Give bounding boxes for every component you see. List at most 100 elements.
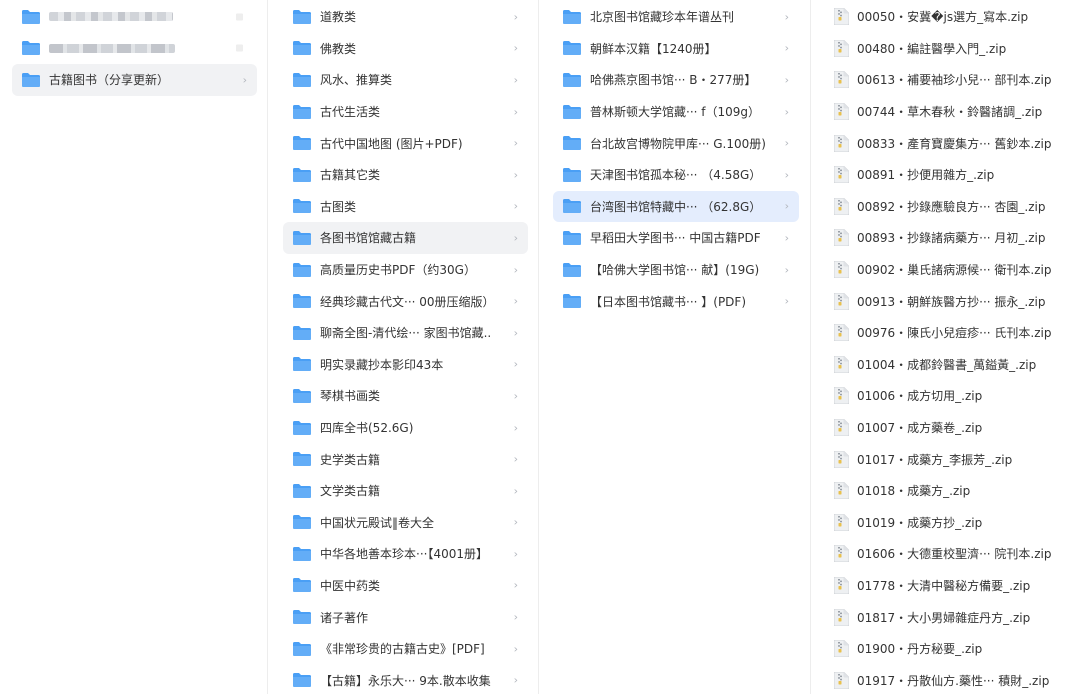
folder-item-category-22[interactable]: 【古籍】永乐大··· 9本.散本收集 › — [283, 664, 528, 694]
file-item-15[interactable]: 01017・成藥方_李振芳_.zip — [830, 443, 1072, 475]
folder-icon — [563, 136, 581, 151]
folder-item-category-20[interactable]: 诸子著作 › — [283, 601, 528, 633]
folder-item-library-8[interactable]: 早稻田大学图书··· 中国古籍PDF › — [553, 222, 799, 254]
zip-file-icon — [834, 292, 849, 310]
folder-item-blurred-2[interactable] — [12, 33, 257, 65]
folder-item-category-10[interactable]: 经典珍藏古代文··· 00册压缩版） › — [283, 285, 528, 317]
folder-label: 台湾图书馆特藏中··· （62.8G） — [590, 199, 762, 214]
folder-icon — [563, 294, 581, 309]
folder-item-category-16[interactable]: 文学类古籍 › — [283, 475, 528, 507]
folder-item-category-18[interactable]: 中华各地善本珍本···【4001册】 › — [283, 538, 528, 570]
folder-item-category-3[interactable]: 风水、推算类 › — [283, 64, 528, 96]
chevron-right-icon: › — [513, 231, 518, 245]
folder-icon — [563, 199, 581, 214]
chevron-right-icon: › — [784, 73, 789, 87]
chevron-right-icon: › — [513, 389, 518, 403]
file-label: 01004・成都鈴醫書_萬鎰黃_.zip — [857, 357, 1037, 372]
file-item-3[interactable]: 00613・補要袖珍小兒··· 部刊本.zip — [830, 64, 1072, 96]
folder-icon — [563, 104, 581, 119]
folder-item-blurred-1[interactable] — [12, 1, 257, 33]
file-item-11[interactable]: 00976・陳氏小兒痘疹··· 氏刊本.zip — [830, 317, 1072, 349]
file-label: 00050・安冀�js選方_寫本.zip — [857, 10, 1029, 25]
folder-item-library-1[interactable]: 北京图书馆藏珍本年谱丛刊 › — [553, 1, 799, 33]
folder-label: 经典珍藏古代文··· 00册压缩版） — [320, 294, 495, 309]
folder-item-library-2[interactable]: 朝鲜本汉籍【1240册】 › — [553, 33, 799, 65]
folder-item-category-21[interactable]: 《非常珍贵的古籍古史》[PDF] › — [283, 633, 528, 665]
folder-label: 【古籍】永乐大··· 9本.散本收集 — [320, 673, 491, 688]
file-item-2[interactable]: 00480・編註醫學入門_.zip — [830, 33, 1072, 65]
folder-item-category-8[interactable]: 各图书馆馆藏古籍 › — [283, 222, 528, 254]
folder-item-library-9[interactable]: 【哈佛大学图书馆··· 献】(19G) › — [553, 254, 799, 286]
folder-item-library-4[interactable]: 普林斯顿大学馆藏··· f（109g） › — [553, 96, 799, 128]
folder-icon — [293, 483, 311, 498]
chevron-right-icon: › — [513, 326, 518, 340]
chevron-right-icon: › — [513, 642, 518, 656]
file-item-9[interactable]: 00902・巢氏諸病源候··· 衛刊本.zip — [830, 254, 1072, 286]
file-item-5[interactable]: 00833・產育寶慶集方··· 舊鈔本.zip — [830, 127, 1072, 159]
folder-item-category-7[interactable]: 古图类 › — [283, 191, 528, 223]
folder-icon — [293, 578, 311, 593]
file-item-22[interactable]: 01917・丹散仙方.藥性··· 積財_.zip — [830, 664, 1072, 694]
file-label: 00744・草木春秋・鈴醫諸調_.zip — [857, 105, 1043, 120]
file-item-1[interactable]: 00050・安冀�js選方_寫本.zip — [830, 1, 1072, 33]
folder-item-category-5[interactable]: 古代中国地图 (图片+PDF) › — [283, 127, 528, 159]
folder-label: 诸子著作 — [320, 610, 369, 625]
zip-file-icon — [834, 576, 849, 594]
file-item-19[interactable]: 01778・大清中醫秘方備要_.zip — [830, 570, 1072, 602]
file-label: 01606・大德重校聖濟··· 院刊本.zip — [857, 547, 1052, 562]
folder-item-category-13[interactable]: 琴棋书画类 › — [283, 380, 528, 412]
folder-item-category-4[interactable]: 古代生活类 › — [283, 96, 528, 128]
chevron-right-icon: › — [784, 10, 789, 24]
zip-file-icon — [834, 419, 849, 437]
chevron-right-icon: › — [513, 452, 518, 466]
file-item-10[interactable]: 00913・朝鮮族醫方抄··· 振永_.zip — [830, 285, 1072, 317]
chevron-right-icon: › — [513, 73, 518, 87]
file-label: 00893・抄錄諸病藥方··· 月初_.zip — [857, 231, 1046, 246]
folder-item-library-10[interactable]: 【日本图书馆藏书··· 】(PDF) › — [553, 285, 799, 317]
column-taiwan-library-files: 00050・安冀�js選方_寫本.zip 00480・編註醫學入門_.zip 0… — [812, 0, 1080, 694]
folder-icon — [293, 641, 311, 656]
file-item-20[interactable]: 01817・大小男婦雜症丹方_.zip — [830, 601, 1072, 633]
folder-item-library-5[interactable]: 台北故宫博物院甲库··· G.100册) › — [553, 127, 799, 159]
chevron-right-icon: › — [242, 73, 247, 87]
folder-item-category-2[interactable]: 佛教类 › — [283, 33, 528, 65]
folder-item-category-11[interactable]: 聊斋全图-清代绘··· 家图书馆藏.. › — [283, 317, 528, 349]
file-item-17[interactable]: 01019・成藥方抄_.zip — [830, 507, 1072, 539]
file-label: 00913・朝鮮族醫方抄··· 振永_.zip — [857, 294, 1046, 309]
file-item-4[interactable]: 00744・草木春秋・鈴醫諸調_.zip — [830, 96, 1072, 128]
folder-item-ancient-books[interactable]: 古籍图书（分享更新） › — [12, 64, 257, 96]
chevron-right-icon: › — [784, 294, 789, 308]
blurred-folder-name — [49, 43, 175, 53]
folder-item-library-6[interactable]: 天津图书馆孤本秘··· （4.58G） › — [553, 159, 799, 191]
folder-item-category-17[interactable]: 中国状元殿试‖卷大全 › — [283, 507, 528, 539]
folder-item-category-14[interactable]: 四库全书(52.6G) › — [283, 412, 528, 444]
file-item-7[interactable]: 00892・抄錄應驗良方··· 杏園_.zip — [830, 191, 1072, 223]
file-item-13[interactable]: 01006・成方切用_.zip — [830, 380, 1072, 412]
file-item-12[interactable]: 01004・成都鈴醫書_萬鎰黃_.zip — [830, 349, 1072, 381]
folder-item-category-12[interactable]: 明实录藏抄本影印43本 › — [283, 349, 528, 381]
folder-label: 【日本图书馆藏书··· 】(PDF) — [590, 294, 747, 309]
chevron-right-icon: › — [513, 10, 518, 24]
zip-file-icon — [834, 166, 849, 184]
folder-label: 风水、推算类 — [320, 73, 393, 88]
folder-icon — [22, 9, 40, 24]
folder-item-category-15[interactable]: 史学类古籍 › — [283, 443, 528, 475]
folder-item-category-9[interactable]: 高质量历史书PDF（约30G） › — [283, 254, 528, 286]
file-item-21[interactable]: 01900・丹方秘要_.zip — [830, 633, 1072, 665]
folder-label: 北京图书馆藏珍本年谱丛刊 — [590, 10, 735, 25]
folder-item-category-6[interactable]: 古籍其它类 › — [283, 159, 528, 191]
folder-item-category-1[interactable]: 道教类 › — [283, 1, 528, 33]
file-label: 01817・大小男婦雜症丹方_.zip — [857, 610, 1031, 625]
file-item-6[interactable]: 00891・抄便用雜方_.zip — [830, 159, 1072, 191]
file-label: 00976・陳氏小兒痘疹··· 氏刊本.zip — [857, 326, 1052, 341]
file-item-18[interactable]: 01606・大德重校聖濟··· 院刊本.zip — [830, 538, 1072, 570]
folder-item-library-3[interactable]: 哈佛燕京图书馆··· B・277册】 › — [553, 64, 799, 96]
folder-item-category-19[interactable]: 中医中药类 › — [283, 570, 528, 602]
folder-icon — [293, 9, 311, 24]
folder-label: 台北故宫博物院甲库··· G.100册) — [590, 136, 766, 151]
file-item-8[interactable]: 00893・抄錄諸病藥方··· 月初_.zip — [830, 222, 1072, 254]
file-item-14[interactable]: 01007・成方藥卷_.zip — [830, 412, 1072, 444]
folder-item-library-7[interactable]: 台湾图书馆特藏中··· （62.8G） › — [553, 190, 799, 223]
zip-file-icon — [834, 545, 849, 563]
file-item-16[interactable]: 01018・成藥方_.zip — [830, 475, 1072, 507]
